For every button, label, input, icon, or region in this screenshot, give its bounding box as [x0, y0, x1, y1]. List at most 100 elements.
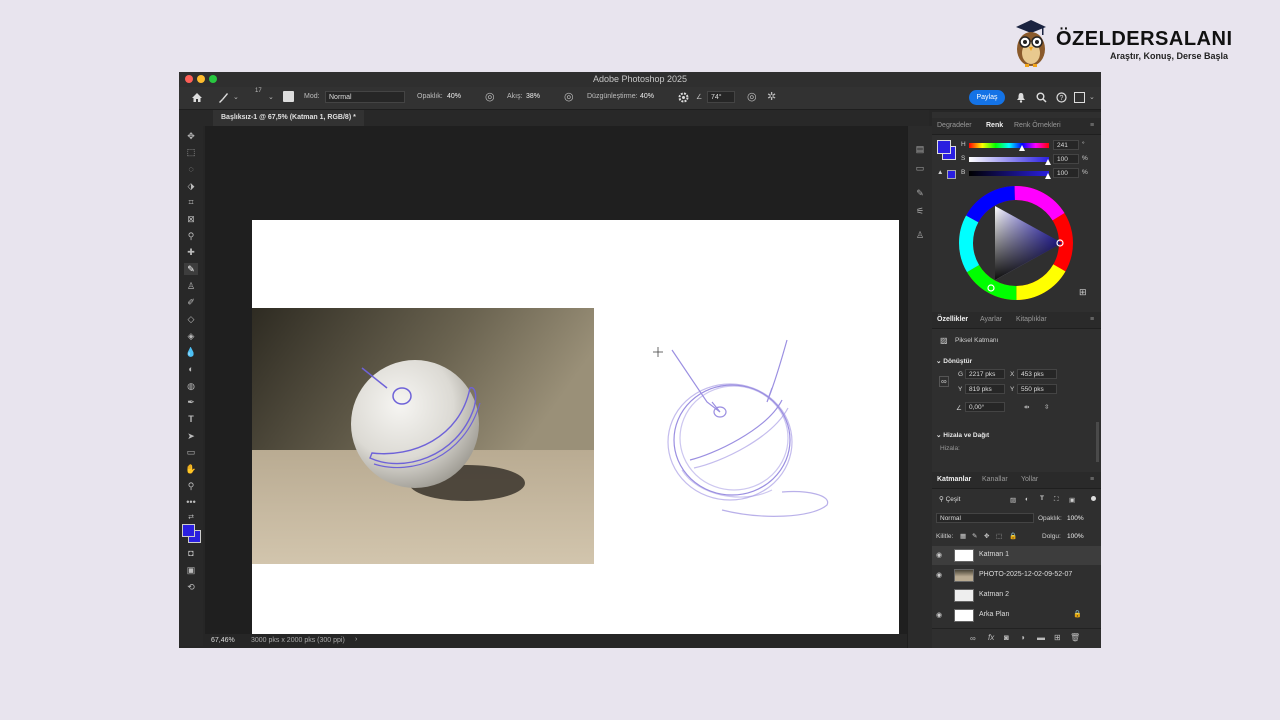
layer-opacity-value[interactable]: 100%	[1067, 515, 1084, 522]
quick-mask-icon[interactable]: ◘	[184, 547, 198, 559]
flow-value[interactable]: 38%	[526, 93, 540, 100]
tab-channels[interactable]: Kanallar	[982, 476, 1008, 483]
saturation-input[interactable]: 100	[1053, 154, 1079, 164]
canvas-area[interactable]	[205, 126, 929, 648]
workspace-icon[interactable]	[1074, 92, 1085, 103]
history-brush-tool-icon[interactable]: ✐	[184, 296, 198, 308]
angle-input[interactable]: 74°	[707, 91, 735, 103]
filter-smart-object-icon[interactable]: ▣	[1069, 496, 1075, 504]
align-section[interactable]: ⌄ Hizala ve Dağıt	[936, 431, 989, 439]
layer-row[interactable]: ◉ Katman 1	[932, 546, 1101, 565]
add-mask-icon[interactable]: ◙	[1004, 633, 1009, 642]
adjustments-icon[interactable]: ⚟	[914, 206, 926, 216]
crop-tool-icon[interactable]: ⌗	[184, 196, 198, 208]
add-swatch-icon[interactable]: ⊞	[1079, 287, 1087, 298]
hue-slider[interactable]	[969, 143, 1049, 148]
eye-icon[interactable]: ◉	[936, 611, 942, 619]
minimize-window-button[interactable]	[197, 75, 205, 83]
web-safe-chip[interactable]	[947, 170, 956, 179]
dodge-tool-icon[interactable]: ◐	[184, 363, 198, 375]
layer-filter-select[interactable]: ⚲ Çeşit	[936, 495, 996, 505]
move-tool-icon[interactable]: ✥	[184, 130, 198, 142]
mode-select[interactable]: Normal	[325, 91, 405, 103]
brush-tool-icon[interactable]: ✎	[184, 263, 198, 275]
lock-transparent-icon[interactable]: ▦	[960, 532, 966, 540]
eyedropper-tool-icon[interactable]: ⚲	[184, 230, 198, 242]
smoothing-value[interactable]: 40%	[640, 93, 654, 100]
brushes-icon[interactable]: ✎	[914, 188, 926, 198]
bell-icon[interactable]	[1016, 92, 1026, 103]
layer-row[interactable]: ◉ Arka Plan 🔒	[932, 606, 1101, 625]
close-window-button[interactable]	[185, 75, 193, 83]
zoom-tool-icon[interactable]: ⚲	[184, 480, 198, 492]
frame-tool-icon[interactable]: ⊠	[184, 213, 198, 225]
filter-shape-icon[interactable]: ⛶	[1054, 496, 1059, 504]
share-doc-icon[interactable]: ⟲	[184, 581, 198, 593]
status-menu-arrow[interactable]: ›	[355, 636, 357, 643]
type-tool-icon[interactable]: T	[184, 413, 198, 425]
lock-image-icon[interactable]: ✎	[972, 532, 977, 540]
color-wheel[interactable]	[957, 184, 1075, 302]
hue-slider-thumb[interactable]	[1019, 145, 1025, 151]
eye-icon[interactable]: ◉	[936, 551, 942, 559]
lock-all-icon[interactable]: 🔒	[1009, 532, 1017, 540]
x-input[interactable]: 453 pks	[1017, 369, 1057, 379]
layer-row[interactable]: Katman 2	[932, 586, 1101, 605]
healing-brush-tool-icon[interactable]: ✚	[184, 246, 198, 258]
lock-position-icon[interactable]: ✥	[984, 532, 989, 540]
chevron-down-icon[interactable]: ⌄	[268, 93, 274, 101]
document-tab[interactable]: Başlıksız-1 @ 67,5% (Katman 1, RGB/8) *	[213, 110, 364, 126]
filter-adjustment-icon[interactable]: ◐	[1025, 496, 1029, 503]
stamp-tool-icon[interactable]: ♙	[184, 280, 198, 292]
paint-bucket-tool-icon[interactable]: ◈	[184, 330, 198, 342]
brightness-input[interactable]: 100	[1053, 168, 1079, 178]
swap-colors-icon[interactable]: ⇄	[184, 512, 198, 524]
tab-properties[interactable]: Özellikler	[937, 316, 968, 323]
help-icon[interactable]: ?	[1056, 92, 1067, 103]
blur-tool-icon[interactable]: 💧	[184, 346, 198, 358]
flip-vertical-icon[interactable]: ⇳	[1044, 403, 1049, 411]
filter-toggle[interactable]	[1091, 496, 1096, 501]
delete-layer-icon[interactable]: 🗑	[1070, 633, 1080, 642]
eye-icon[interactable]: ◉	[936, 571, 942, 579]
filter-pixel-icon[interactable]: ▨	[1010, 496, 1016, 504]
path-select-tool-icon[interactable]: ➤	[184, 430, 198, 442]
pressure-size-icon[interactable]: ◎	[747, 90, 757, 103]
tab-libraries[interactable]: Kitaplıklar	[1016, 316, 1047, 323]
saturation-slider-thumb[interactable]	[1045, 159, 1051, 165]
brush-preset-icon[interactable]	[217, 92, 229, 104]
hue-input[interactable]: 241	[1053, 140, 1079, 150]
brush-panel-icon[interactable]	[283, 91, 294, 102]
blend-mode-select[interactable]: Normal	[936, 513, 1034, 523]
share-button[interactable]: Paylaş	[969, 90, 1005, 105]
sponge-tool-icon[interactable]: ◍	[184, 380, 198, 392]
opacity-value[interactable]: 40%	[447, 93, 461, 100]
panel-menu-icon[interactable]: ≡	[1090, 476, 1094, 483]
tab-color[interactable]: Renk	[986, 122, 1003, 129]
layer-effects-icon[interactable]: fx	[988, 633, 994, 642]
new-adjustment-icon[interactable]: ◑	[1020, 633, 1025, 642]
airbrush-icon[interactable]: ◎	[564, 90, 574, 103]
gear-icon[interactable]	[678, 92, 689, 103]
tab-swatches[interactable]: Renk Örnekleri	[1014, 122, 1061, 129]
tab-gradients[interactable]: Degradeler	[937, 122, 972, 129]
lasso-tool-icon[interactable]: ◌	[184, 163, 198, 175]
foreground-color-swatch[interactable]	[182, 524, 195, 537]
quick-select-tool-icon[interactable]: ⬗	[184, 180, 198, 192]
new-group-icon[interactable]: ▬	[1037, 633, 1045, 642]
zoom-level[interactable]: 67,46%	[211, 637, 235, 644]
learn-icon[interactable]: ▤	[914, 144, 926, 154]
rotation-input[interactable]: 0,00°	[965, 402, 1005, 412]
link-dimensions-icon[interactable]: ∞	[939, 376, 949, 387]
fill-value[interactable]: 100%	[1067, 533, 1084, 540]
eraser-tool-icon[interactable]: ◇	[184, 313, 198, 325]
marquee-tool-icon[interactable]: ⬚	[184, 146, 198, 158]
tab-adjustments[interactable]: Ayarlar	[980, 316, 1002, 323]
comments-icon[interactable]: ▭	[914, 163, 926, 173]
more-tools-icon[interactable]: •••	[184, 496, 198, 508]
panel-menu-icon[interactable]: ≡	[1090, 122, 1094, 129]
clone-source-icon[interactable]: ♙	[914, 230, 926, 240]
chevron-down-icon[interactable]: ⌄	[233, 93, 239, 101]
brightness-slider-thumb[interactable]	[1045, 173, 1051, 179]
foreground-color-chip[interactable]	[937, 140, 951, 154]
